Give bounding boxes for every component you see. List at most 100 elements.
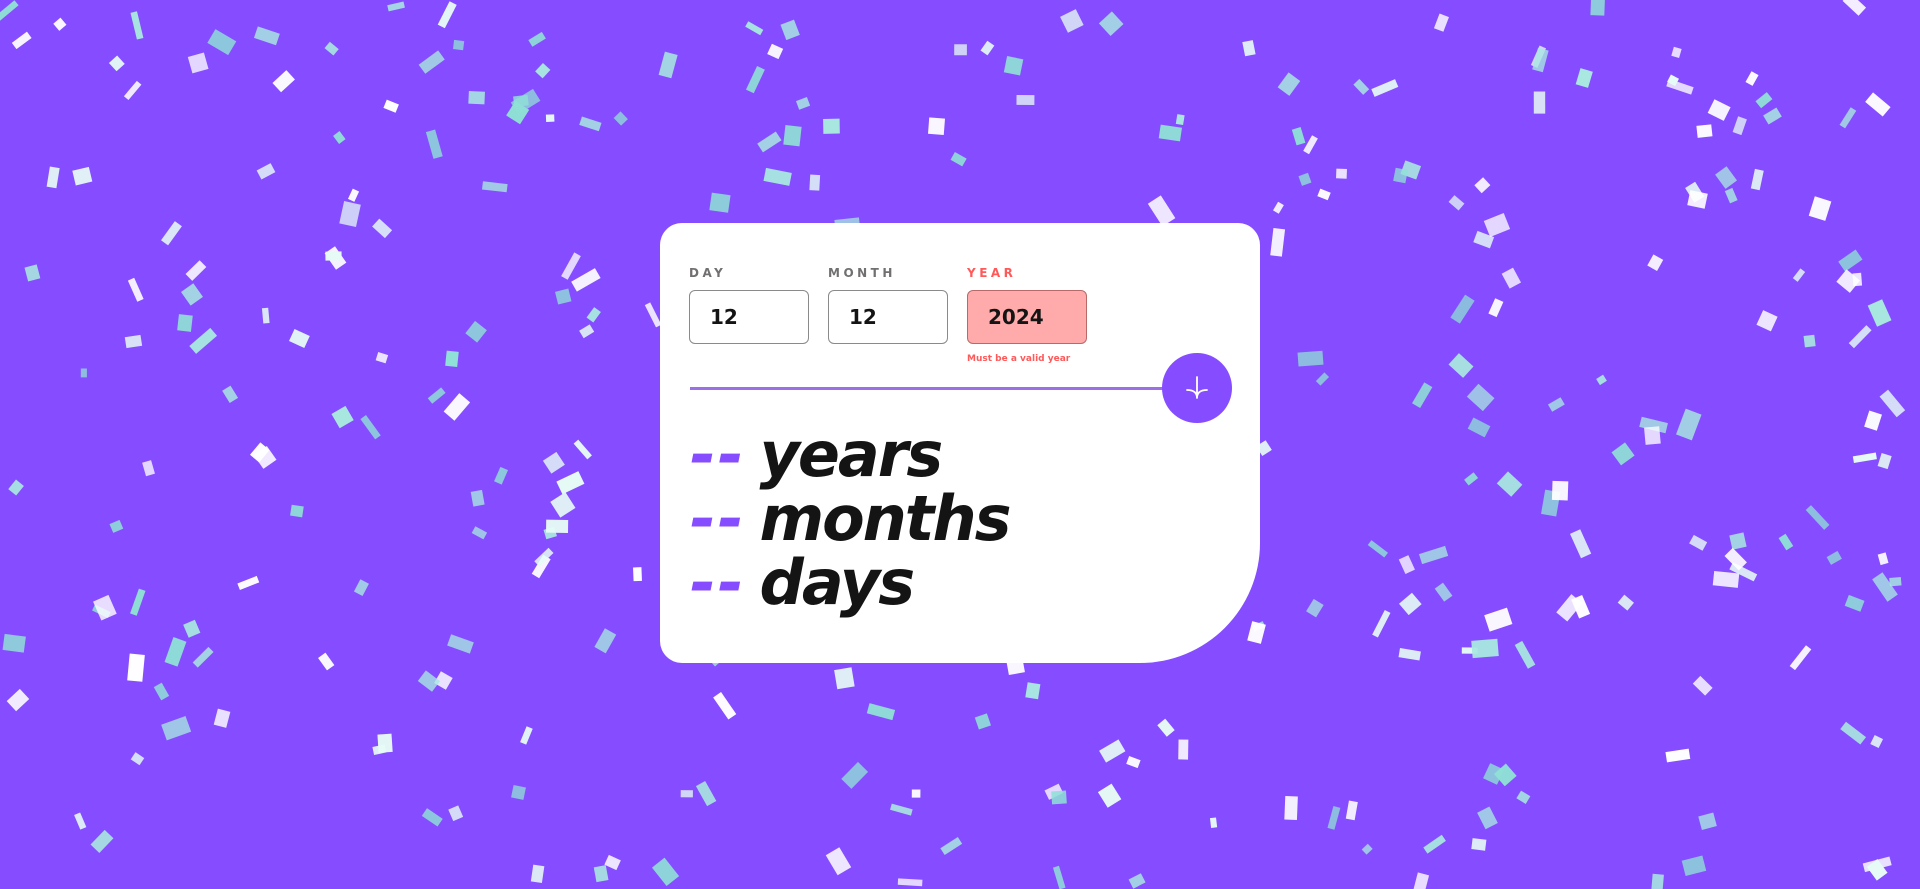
- confetti-piece: [290, 504, 304, 518]
- confetti-piece: [74, 812, 87, 830]
- confetti-piece: [604, 854, 621, 871]
- confetti-piece: [11, 31, 32, 50]
- confetti-piece: [185, 260, 207, 281]
- confetti-piece: [1371, 79, 1399, 97]
- confetti-piece: [130, 752, 145, 766]
- confetti-piece: [1273, 201, 1284, 214]
- confetti-piece: [1676, 408, 1702, 441]
- confetti-piece: [1484, 607, 1513, 632]
- arrow-down-icon: [1186, 376, 1208, 399]
- confetti-piece: [90, 829, 114, 853]
- confetti-piece: [1665, 748, 1691, 763]
- confetti-piece: [1398, 592, 1422, 616]
- confetti-piece: [494, 466, 509, 485]
- results: -- years -- months -- days: [690, 423, 1012, 615]
- confetti-piece: [520, 726, 533, 745]
- confetti-piece: [1732, 116, 1747, 136]
- confetti-piece: [331, 405, 354, 429]
- confetti-piece: [1838, 249, 1863, 272]
- confetti-piece: [586, 307, 601, 323]
- confetti-piece: [571, 268, 601, 292]
- confetti-piece: [325, 251, 342, 261]
- confetti-piece: [80, 368, 87, 378]
- month-input[interactable]: [828, 290, 948, 344]
- confetti-piece: [542, 451, 565, 474]
- confetti-piece: [421, 808, 443, 827]
- confetti-piece: [1745, 71, 1759, 86]
- confetti-piece: [465, 320, 487, 343]
- confetti-piece: [1209, 817, 1218, 829]
- confetti-piece: [573, 439, 592, 460]
- confetti-piece: [207, 29, 237, 56]
- confetti-piece: [1551, 480, 1569, 501]
- confetti-piece: [1715, 166, 1737, 189]
- confetti-piece: [825, 847, 852, 876]
- confetti-piece: [0, 0, 19, 23]
- confetti-piece: [468, 91, 485, 105]
- day-input[interactable]: [689, 290, 809, 344]
- confetti-piece: [272, 70, 295, 93]
- confetti-piece: [823, 118, 840, 134]
- confetti-piece: [1471, 638, 1499, 659]
- confetti-piece: [1570, 529, 1592, 559]
- confetti-piece: [763, 167, 792, 186]
- confetti-piece: [333, 131, 346, 144]
- confetti-piece: [261, 307, 270, 324]
- confetti-piece: [1488, 298, 1504, 318]
- confetti-piece: [1617, 594, 1634, 611]
- confetti-piece: [93, 594, 117, 621]
- confetti-piece: [1483, 212, 1511, 237]
- confetti-piece: [1052, 865, 1066, 889]
- confetti-piece: [633, 567, 642, 582]
- confetti-piece: [1696, 124, 1713, 138]
- confetti-piece: [1372, 609, 1391, 638]
- confetti-piece: [1692, 675, 1713, 696]
- confetti-piece: [709, 192, 731, 213]
- confetti-piece: [1418, 545, 1449, 565]
- confetti-piece: [528, 31, 546, 47]
- confetti-piece: [579, 324, 595, 339]
- confetti-piece: [164, 637, 187, 667]
- confetti-piece: [1297, 350, 1324, 367]
- confetti-piece: [911, 789, 921, 798]
- confetti-piece: [127, 277, 144, 302]
- confetti-piece: [1651, 873, 1664, 889]
- confetti-piece: [511, 784, 526, 800]
- confetti-piece: [192, 646, 214, 668]
- confetti-piece: [289, 328, 310, 349]
- confetti-piece: [795, 97, 811, 110]
- confetti-piece: [1466, 383, 1495, 412]
- confetti-piece: [372, 218, 393, 239]
- confetti-piece: [1284, 796, 1298, 820]
- year-input[interactable]: [967, 290, 1087, 344]
- confetti-piece: [213, 708, 231, 728]
- confetti-piece: [530, 864, 545, 884]
- confetti-piece: [339, 201, 361, 227]
- days-unit: days: [759, 546, 915, 619]
- confetti-piece: [142, 460, 155, 477]
- confetti-piece: [1464, 472, 1479, 486]
- confetti-piece: [1336, 168, 1347, 179]
- confetti-piece: [1872, 572, 1898, 602]
- confetti-piece: [8, 479, 24, 496]
- confetti-piece: [1575, 68, 1593, 88]
- months-unit: months: [759, 482, 1011, 555]
- confetti-piece: [1596, 374, 1607, 386]
- confetti-piece: [1889, 577, 1902, 587]
- confetti-piece: [318, 652, 335, 671]
- confetti-piece: [1514, 640, 1536, 669]
- submit-button[interactable]: [1162, 353, 1232, 423]
- confetti-piece: [1361, 843, 1373, 855]
- confetti-piece: [555, 288, 572, 305]
- confetti-piece: [130, 588, 146, 616]
- confetti-piece: [130, 11, 144, 40]
- confetti-piece: [443, 393, 471, 421]
- confetti-piece: [1724, 187, 1738, 204]
- confetti-piece: [1870, 734, 1884, 749]
- confetti-piece: [1840, 721, 1867, 745]
- confetti-piece: [46, 166, 60, 189]
- confetti-piece: [974, 713, 992, 730]
- confetti-piece: [561, 252, 581, 280]
- confetti-piece: [180, 283, 203, 306]
- confetti-piece: [1353, 78, 1370, 95]
